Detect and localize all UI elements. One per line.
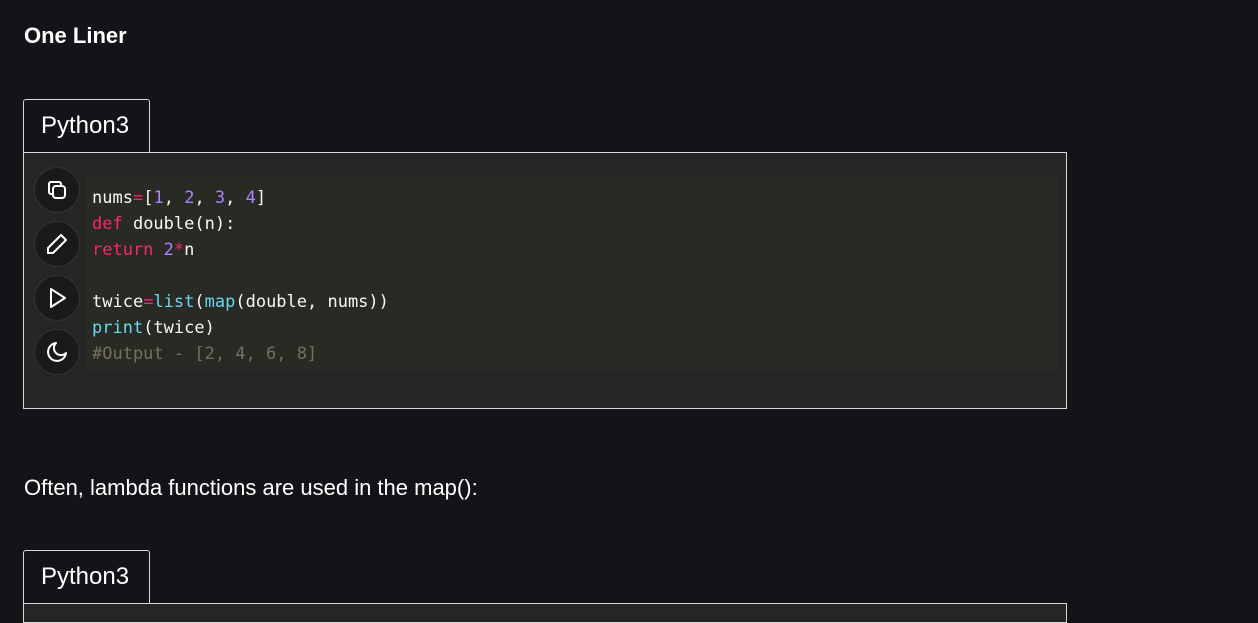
code-toolbar bbox=[34, 167, 82, 383]
code-line: def double(n): bbox=[92, 214, 236, 234]
copy-button[interactable] bbox=[34, 167, 80, 213]
code-line: #Output - [2, 4, 6, 8] bbox=[92, 344, 318, 364]
code-line: print(twice) bbox=[92, 318, 215, 338]
code-line: twice=list(map(double, nums)) bbox=[92, 292, 389, 312]
tab-label: Python3 bbox=[41, 112, 130, 139]
tab-label: Python3 bbox=[41, 563, 130, 590]
play-icon bbox=[50, 288, 66, 308]
paragraph-text: Often, lambda functions are used in the … bbox=[24, 475, 478, 500]
code-panel bbox=[23, 603, 1067, 623]
tab-python3[interactable]: Python3 bbox=[23, 99, 150, 152]
code-line: nums=[1, 2, 3, 4] bbox=[92, 188, 267, 208]
code-line: return 2*n bbox=[92, 240, 195, 260]
theme-toggle-button[interactable] bbox=[34, 329, 80, 375]
run-button[interactable] bbox=[34, 275, 80, 321]
tab-python3[interactable]: Python3 bbox=[23, 550, 150, 603]
section-heading: One Liner bbox=[24, 23, 127, 48]
code-content: nums=[1, 2, 3, 4] def double(n): return 2*… bbox=[86, 176, 1058, 370]
edit-button[interactable] bbox=[34, 221, 80, 267]
pencil-icon bbox=[47, 234, 67, 254]
moon-icon bbox=[47, 342, 67, 362]
copy-icon bbox=[48, 181, 66, 199]
code-panel: nums=[1, 2, 3, 4] def double(n): return 2*… bbox=[23, 152, 1067, 409]
